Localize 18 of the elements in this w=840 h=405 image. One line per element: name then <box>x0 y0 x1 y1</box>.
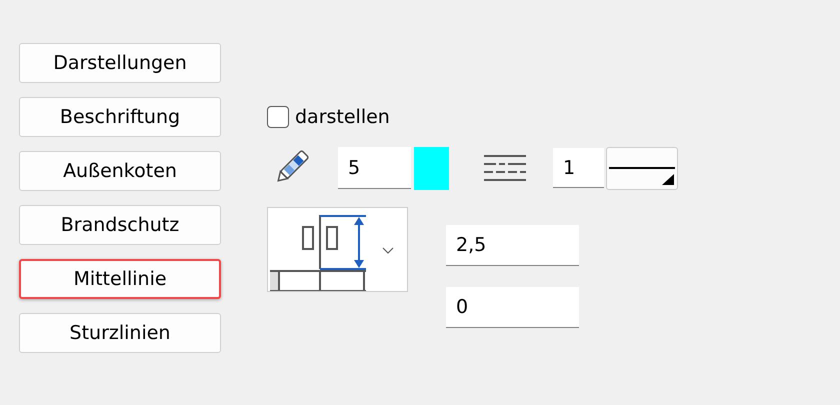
nav-button[interactable]: Mittellinie <box>19 259 221 299</box>
number-field[interactable]: 0 <box>446 287 579 328</box>
dimension-style-dropdown[interactable] <box>267 207 408 292</box>
nav-button[interactable]: Außenkoten <box>19 151 221 191</box>
line-style-button[interactable] <box>606 146 678 190</box>
pen-number-field[interactable]: 5 <box>338 147 411 189</box>
solid-line-icon <box>609 166 675 186</box>
chevron-down-icon <box>382 247 394 255</box>
checkbox[interactable] <box>267 106 289 128</box>
number-field[interactable]: 2,5 <box>446 225 579 266</box>
nav-button[interactable]: Brandschutz <box>19 205 221 245</box>
nav-button[interactable]: Darstellungen <box>19 43 221 83</box>
color-swatch[interactable] <box>414 146 449 190</box>
nav-button[interactable]: Beschriftung <box>19 97 221 137</box>
line-type-icon <box>484 154 526 182</box>
nav-button[interactable]: Sturzlinien <box>19 313 221 353</box>
line-type-field[interactable]: 1 <box>553 148 604 188</box>
checkbox-label: darstellen <box>295 106 390 128</box>
